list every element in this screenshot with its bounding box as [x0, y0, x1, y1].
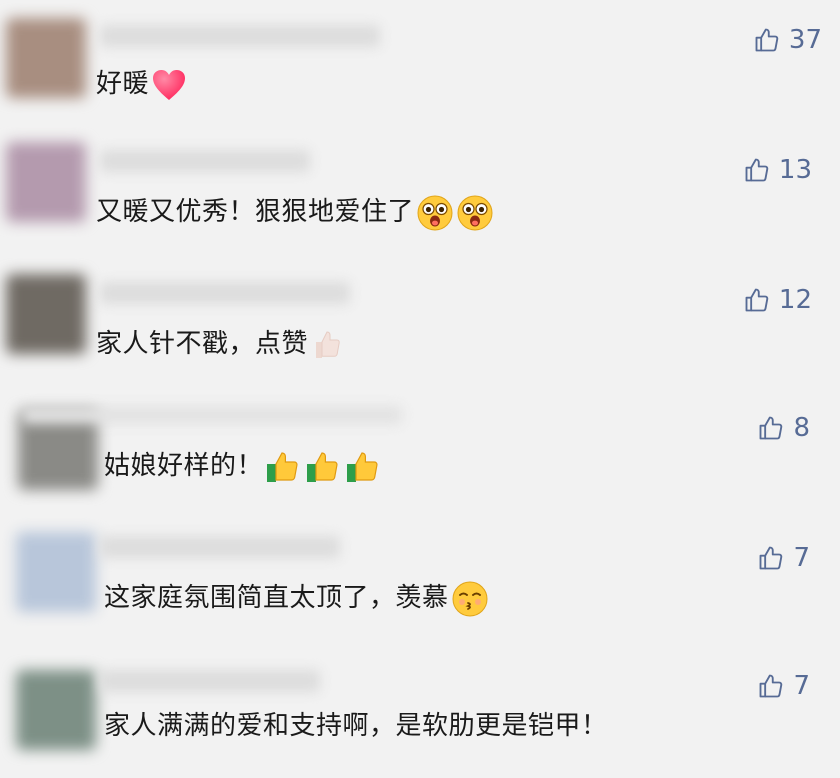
comment-item: 7 家人满满的爱和支持啊，是软肋更是铠甲！ — [0, 648, 840, 778]
username-blurred[interactable] — [22, 406, 402, 424]
red-heart-icon — [151, 68, 187, 102]
thumbs-up-outline-icon — [753, 26, 781, 54]
surprised-face-icon — [416, 194, 454, 232]
avatar[interactable] — [6, 142, 86, 222]
like-count: 8 — [793, 413, 810, 443]
thumbs-up-outline-icon — [743, 286, 771, 314]
comment-text: 又暖又优秀！狠狠地爱住了 — [96, 192, 494, 232]
thumbs-up-outline-icon — [757, 414, 785, 442]
comment-text: 家人针不戳，点赞 — [96, 324, 342, 364]
surprised-face-icon — [456, 194, 494, 232]
username-blurred[interactable] — [100, 282, 350, 304]
thumbs-up-outline-icon — [757, 544, 785, 572]
kissing-face-icon — [451, 580, 489, 618]
avatar[interactable] — [16, 532, 96, 612]
comment-item: 8 姑娘好样的！ — [0, 388, 840, 518]
comment-item: 13 又暖又优秀！狠狠地爱住了 — [0, 128, 840, 258]
username-blurred[interactable] — [100, 670, 320, 692]
comment-text: 姑娘好样的！ — [104, 446, 383, 486]
like-button[interactable]: 8 — [757, 408, 810, 448]
username-blurred[interactable] — [100, 536, 340, 558]
avatar[interactable] — [16, 670, 96, 750]
comment-text: 好暖 — [96, 64, 187, 104]
like-count: 12 — [778, 285, 812, 315]
like-button[interactable]: 7 — [757, 538, 810, 578]
thumbs-up-outline-icon — [757, 672, 785, 700]
like-count: 7 — [793, 671, 810, 701]
like-count: 7 — [793, 543, 810, 573]
avatar[interactable] — [6, 18, 86, 98]
thumbs-up-icon — [265, 449, 303, 485]
like-button[interactable]: 12 — [743, 280, 812, 320]
username-blurred[interactable] — [100, 150, 310, 172]
thumbs-up-outline-icon — [743, 156, 771, 184]
like-button[interactable]: 7 — [757, 666, 810, 706]
comment-item: 12 家人针不戳，点赞 — [0, 256, 840, 386]
thumbs-up-icon — [310, 328, 342, 362]
avatar[interactable] — [6, 274, 86, 354]
thumbs-up-icon — [345, 449, 383, 485]
comment-text: 家人满满的爱和支持啊，是软肋更是铠甲！ — [104, 711, 608, 741]
like-button[interactable]: 13 — [743, 150, 812, 190]
thumbs-up-icon — [305, 449, 343, 485]
comment-item: 37 好暖 — [0, 0, 840, 130]
like-count: 13 — [778, 155, 812, 185]
like-count: 37 — [788, 25, 822, 55]
username-blurred[interactable] — [100, 25, 380, 47]
comment-item: 7 这家庭氛围简直太顶了，羡慕 — [0, 518, 840, 648]
like-button[interactable]: 37 — [753, 20, 822, 60]
comment-text: 这家庭氛围简直太顶了，羡慕 — [104, 578, 489, 618]
